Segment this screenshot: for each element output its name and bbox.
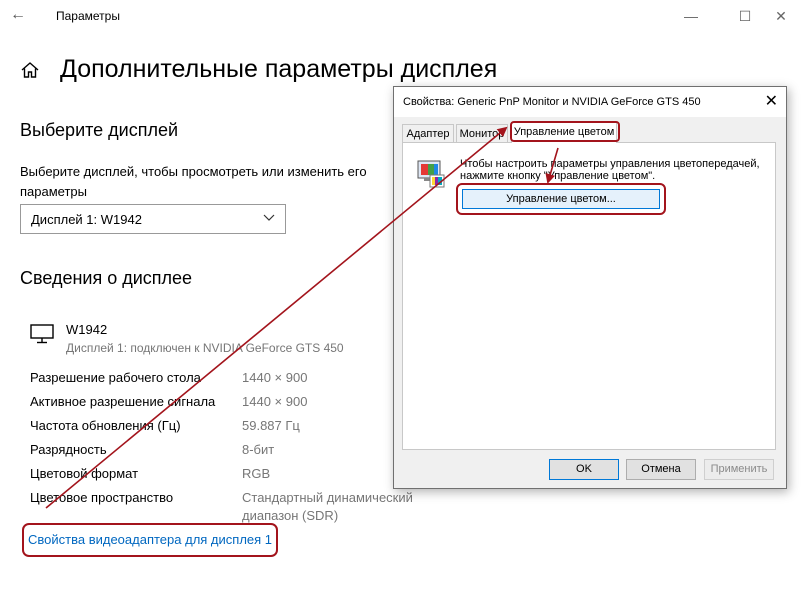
dialog-title: Свойства: Generic PnP Monitor и NVIDIA G… bbox=[403, 96, 701, 108]
prop-value-color-space: Стандартный динамический диапазон (SDR) bbox=[242, 490, 413, 523]
prop-label-refresh-rate: Частота обновления (Гц) bbox=[30, 418, 181, 433]
close-icon[interactable]: ✕ bbox=[765, 91, 778, 111]
prop-label-color-space: Цветовое пространство bbox=[30, 490, 174, 505]
select-display-heading: Выберите дисплей bbox=[20, 120, 179, 140]
close-window-button[interactable]: ✕ bbox=[758, 4, 804, 28]
prop-label-desktop-resolution: Разрешение рабочего стола bbox=[30, 370, 201, 385]
dialog-titlebar: Свойства: Generic PnP Monitor и NVIDIA G… bbox=[394, 87, 786, 117]
settings-titlebar: ← Параметры — ☐ ✕ bbox=[0, 0, 806, 32]
monitor-connection: Дисплей 1: подключен к NVIDIA GeForce GT… bbox=[66, 341, 344, 355]
app-title: Параметры bbox=[56, 9, 120, 23]
cancel-button[interactable]: Отмена bbox=[626, 459, 696, 480]
select-display-description: Выберите дисплей, чтобы просмотреть или … bbox=[20, 164, 367, 199]
display-dropdown-value: Дисплей 1: W1942 bbox=[31, 212, 142, 227]
color-management-icon bbox=[417, 160, 445, 188]
apply-button[interactable]: Применить bbox=[704, 459, 774, 480]
prop-label-color-format: Цветовой формат bbox=[30, 466, 139, 481]
monitor-icon bbox=[30, 324, 54, 344]
page-title: Дополнительные параметры дисплея bbox=[60, 55, 498, 83]
tab-adapter[interactable]: Адаптер bbox=[402, 124, 454, 142]
properties-dialog: Свойства: Generic PnP Monitor и NVIDIA G… bbox=[393, 86, 787, 489]
chevron-down-icon bbox=[263, 214, 275, 221]
ok-button[interactable]: OK bbox=[549, 459, 619, 480]
annotation-highlight-link bbox=[22, 523, 278, 557]
annotation-highlight-tab bbox=[510, 121, 620, 142]
display-dropdown[interactable]: Дисплей 1: W1942 bbox=[20, 204, 286, 234]
tab-monitor[interactable]: Монитор bbox=[456, 124, 508, 142]
prop-label-active-resolution: Активное разрешение сигнала bbox=[30, 394, 216, 409]
prop-label-bit-depth: Разрядность bbox=[30, 442, 107, 457]
color-management-description: Чтобы настроить параметры управления цве… bbox=[460, 158, 760, 182]
back-arrow-icon[interactable]: ← bbox=[10, 6, 26, 24]
monitor-name: W1942 bbox=[66, 322, 108, 337]
display-info-heading: Сведения о дисплее bbox=[20, 268, 193, 288]
minimize-button[interactable]: — bbox=[668, 4, 714, 28]
home-icon[interactable] bbox=[20, 60, 40, 80]
annotation-highlight-button bbox=[456, 183, 666, 215]
